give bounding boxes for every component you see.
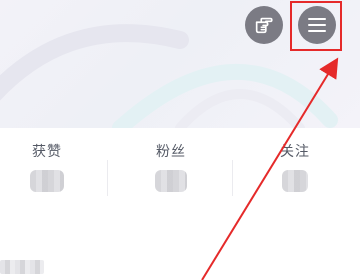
stats-divider [232, 160, 233, 196]
menu-highlight-box [290, 1, 342, 51]
gesture-button[interactable] [245, 6, 283, 44]
profile-content: 获赞 粉丝 关注 [0, 128, 360, 280]
stat-following-label: 关注 [280, 144, 310, 160]
stat-likes-value-blurred [30, 170, 64, 192]
stat-followers-value-blurred [155, 170, 187, 192]
stat-following-value-blurred [282, 170, 308, 192]
blurred-text [0, 260, 44, 274]
stat-following[interactable]: 关注 [250, 142, 340, 192]
stat-followers-label: 粉丝 [156, 144, 186, 160]
stat-likes-label: 获赞 [32, 144, 62, 160]
stats-divider [107, 160, 108, 196]
pointing-hand-icon [255, 17, 273, 34]
stat-followers[interactable]: 粉丝 [126, 142, 216, 192]
profile-screen: 获赞 粉丝 关注 [0, 0, 360, 280]
stats-row: 获赞 粉丝 关注 [0, 142, 360, 202]
stat-likes[interactable]: 获赞 [2, 142, 92, 192]
